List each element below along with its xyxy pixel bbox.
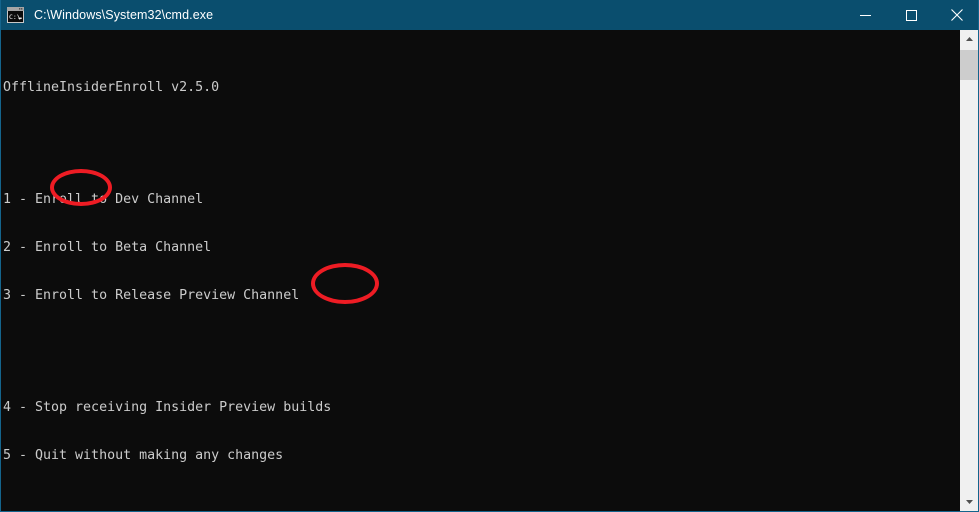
menu-option-3: 3 - Enroll to Release Preview Channel (3, 288, 300, 303)
terminal-text: OfflineInsiderEnroll v2.5.0 1 - Enroll t… (3, 32, 387, 511)
cmd-window: C:\ C:\Windows\System32\cmd.exe OfflineI… (0, 0, 979, 512)
menu-option-4: 4 - Stop receiving Insider Preview build… (3, 400, 332, 415)
close-button[interactable] (934, 0, 978, 30)
svg-text:C:\: C:\ (9, 13, 21, 21)
chevron-down-icon[interactable] (960, 493, 978, 511)
console-output-area[interactable]: OfflineInsiderEnroll v2.5.0 1 - Enroll t… (1, 30, 960, 511)
window-title: C:\Windows\System32\cmd.exe (34, 8, 214, 22)
vertical-scrollbar[interactable] (959, 30, 978, 511)
title-bar-left: C:\ C:\Windows\System32\cmd.exe (1, 0, 842, 30)
cmd-console-icon: C:\ (7, 7, 24, 23)
menu-option-2: 2 - Enroll to Beta Channel (3, 240, 212, 255)
window-controls (842, 0, 978, 30)
chevron-up-icon[interactable] (960, 30, 978, 48)
scrollbar-thumb[interactable] (960, 50, 978, 80)
menu-option-1: 1 - Enroll to Dev Channel (3, 192, 204, 207)
maximize-button[interactable] (888, 0, 934, 30)
menu-option-5: 5 - Quit without making any changes (3, 448, 284, 463)
title-bar[interactable]: C:\ C:\Windows\System32\cmd.exe (1, 0, 978, 30)
terminal-header-line: OfflineInsiderEnroll v2.5.0 (3, 80, 220, 95)
minimize-button[interactable] (842, 0, 888, 30)
